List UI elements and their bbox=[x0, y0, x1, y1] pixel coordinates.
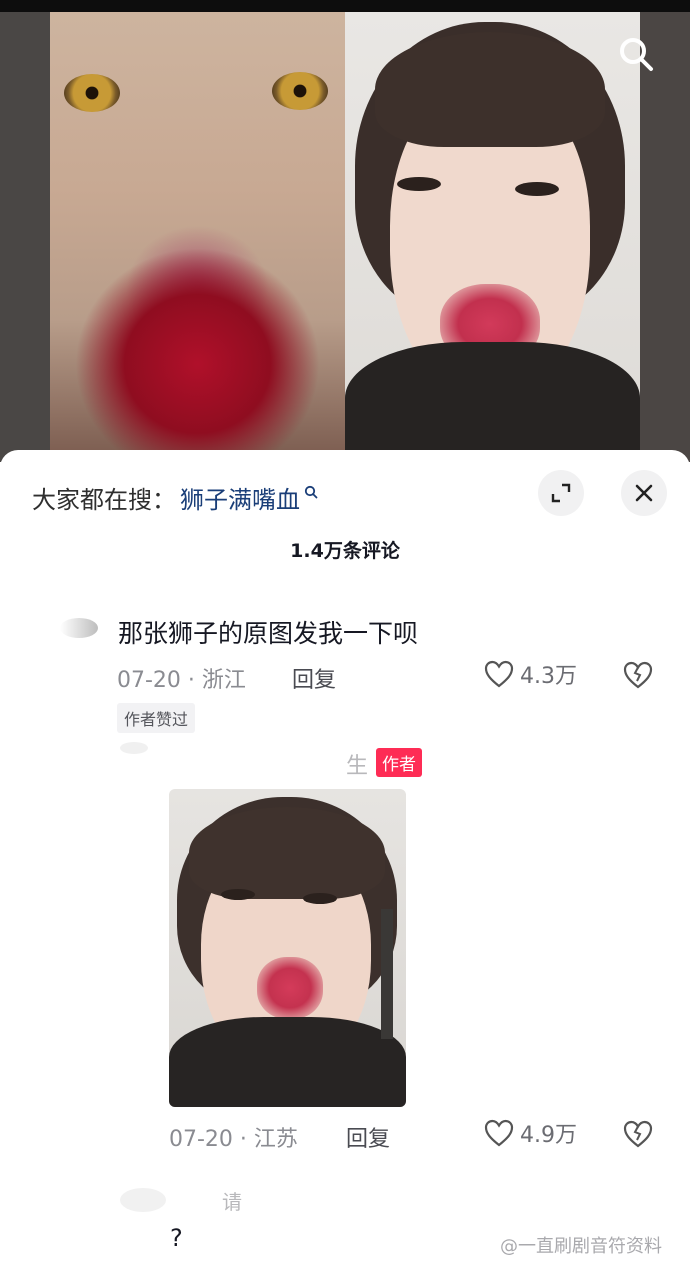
author-badge: 作者 bbox=[376, 748, 422, 777]
like-count: 4.3万 bbox=[520, 664, 577, 689]
magnifier-small-icon bbox=[304, 485, 318, 498]
video-frame-girl bbox=[345, 12, 640, 452]
comment-count: 1.4万条评论 bbox=[290, 540, 400, 562]
reply-image-bangs bbox=[189, 807, 385, 899]
dislike-button[interactable] bbox=[622, 660, 654, 694]
heart-icon bbox=[484, 660, 514, 688]
reply-username[interactable]: 生 bbox=[346, 748, 368, 780]
expand-icon bbox=[551, 483, 571, 503]
reply-image-eye-right bbox=[303, 893, 337, 904]
reply-image[interactable] bbox=[169, 789, 406, 1107]
expand-button[interactable] bbox=[538, 470, 584, 516]
reply-like-button[interactable]: 4.9万 bbox=[484, 1117, 577, 1149]
reply-image-eye-left bbox=[221, 889, 255, 900]
comment-date-location: 07-20 · 浙江 bbox=[117, 668, 246, 693]
girl-eye-left bbox=[397, 177, 441, 191]
third-comment-username[interactable]: 请 bbox=[222, 1186, 242, 1215]
status-bar bbox=[0, 0, 690, 12]
lion-eye-left bbox=[64, 74, 120, 112]
lion-eye-right bbox=[272, 72, 328, 110]
third-comment-text: ? bbox=[170, 1224, 183, 1252]
reply-avatar[interactable] bbox=[120, 742, 148, 754]
broken-heart-icon bbox=[623, 661, 653, 689]
hot-search-bar[interactable]: 大家都在搜： 狮子满嘴血 bbox=[32, 480, 318, 515]
hot-search-label: 大家都在搜： bbox=[32, 486, 176, 514]
broken-heart-icon bbox=[623, 1120, 653, 1148]
hot-search-keyword[interactable]: 狮子满嘴血 bbox=[180, 480, 300, 515]
reply-like-count: 4.9万 bbox=[520, 1123, 577, 1148]
girl-eye-right bbox=[515, 182, 559, 196]
video-player[interactable] bbox=[0, 0, 690, 462]
reply-reply-button[interactable]: 回复 bbox=[346, 1121, 390, 1153]
comment-sheet: 大家都在搜： 狮子满嘴血 1.4万条评论 那张狮子的原图发我一下呗 07-20 … bbox=[0, 450, 690, 1261]
video-frame-lion bbox=[50, 12, 345, 452]
girl-bangs bbox=[375, 32, 605, 147]
watermark: @一直刷剧音符资料 bbox=[500, 1236, 662, 1257]
like-button[interactable]: 4.3万 bbox=[484, 658, 577, 690]
reply-date-location: 07-20 · 江苏 bbox=[169, 1127, 298, 1152]
reply-dislike-button[interactable] bbox=[622, 1119, 654, 1153]
close-button[interactable] bbox=[621, 470, 667, 516]
avatar[interactable] bbox=[60, 618, 98, 638]
author-liked-badge: 作者赞过 bbox=[117, 703, 196, 733]
video-edge bbox=[640, 12, 690, 462]
third-comment-avatar[interactable] bbox=[120, 1188, 166, 1212]
search-icon bbox=[620, 38, 653, 71]
reply-image-lips bbox=[257, 957, 323, 1019]
girl-body bbox=[345, 342, 640, 452]
reply-image-body bbox=[169, 1017, 406, 1107]
reply-button[interactable]: 回复 bbox=[292, 662, 336, 694]
search-button[interactable] bbox=[612, 30, 660, 78]
reply-image-background bbox=[381, 909, 393, 1039]
close-icon bbox=[635, 484, 653, 502]
comment-text: 那张狮子的原图发我一下呗 bbox=[118, 619, 419, 648]
heart-icon bbox=[484, 1119, 514, 1147]
